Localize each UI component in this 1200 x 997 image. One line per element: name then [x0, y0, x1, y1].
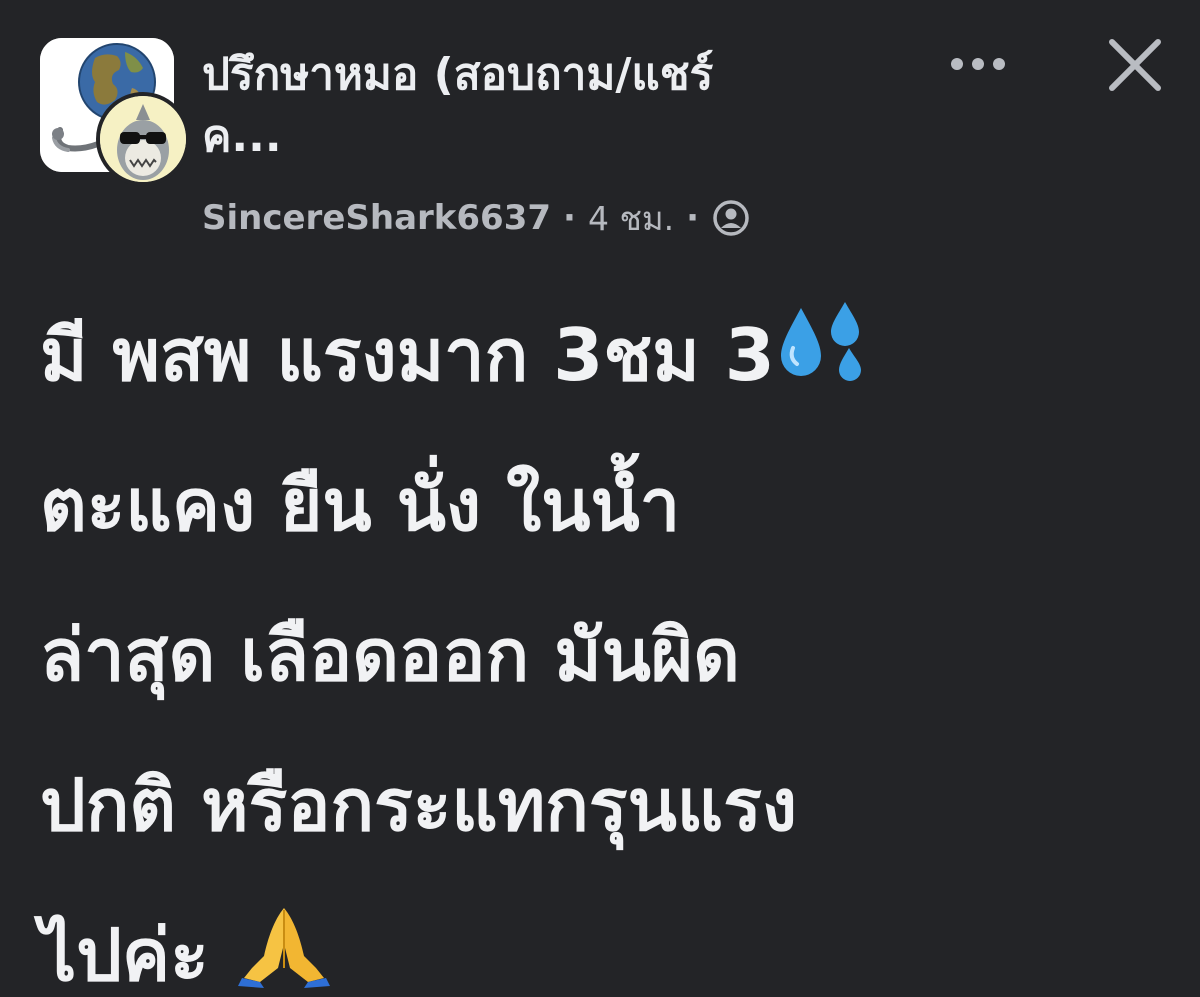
post-line: ล่าสุด เลือดออก มันผิด [40, 595, 1180, 745]
post-line: มี พสพ แรงมาก 3ชม 3 [40, 295, 1180, 445]
post-text: ล่าสุด เลือดออก มันผิด [40, 613, 740, 697]
user-avatar[interactable] [96, 92, 190, 186]
post-line: ตะแคง ยืน นั่ง ในน้ำ [40, 445, 1180, 595]
sweat-droplets-emoji [775, 298, 875, 423]
post-timestamp[interactable]: 4 ชม. [588, 192, 674, 245]
post-line: ปกติ หรือกระแทกรุนแรง [40, 745, 1180, 895]
meta-separator: · [686, 198, 700, 238]
author-name[interactable]: SincereShark6637 [202, 198, 551, 238]
folded-hands-emoji [234, 898, 334, 997]
more-dots-icon [951, 58, 963, 70]
shark-sunglasses-icon [100, 96, 186, 182]
post-meta: SincereShark6637 · 4 ชม. · [202, 190, 751, 246]
post-viewer: ปรึกษาหมอ (สอบถาม/แชร์ ค... SincereShark… [0, 0, 1200, 997]
post-text: ตะแคง ยืน นั่ง ในน้ำ [40, 463, 681, 547]
close-icon [1109, 39, 1161, 91]
group-title[interactable]: ปรึกษาหมอ (สอบถาม/แชร์ ค... [202, 44, 882, 168]
post-text: ปกติ หรือกระแทกรุนแรง [40, 763, 798, 847]
post-text: ไปค่ะ [40, 913, 209, 997]
more-options-button[interactable] [938, 40, 1018, 88]
more-dots-icon-dot [993, 58, 1005, 70]
private-group-icon [711, 198, 751, 238]
post-text: มี พสพ แรงมาก 3ชม 3 [40, 313, 775, 397]
post-line: ไปค่ะ [40, 895, 1180, 997]
more-dots-icon-dot [972, 58, 984, 70]
close-button[interactable] [1100, 30, 1170, 100]
post-body: มี พสพ แรงมาก 3ชม 3 ตะแคง ยืน นั่ง ในน้ำ… [40, 295, 1180, 997]
meta-separator: · [563, 198, 576, 238]
